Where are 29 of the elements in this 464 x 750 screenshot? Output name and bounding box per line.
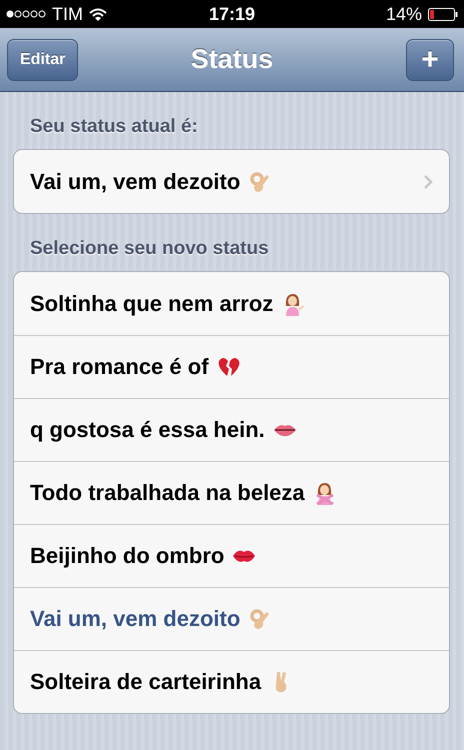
status-text: Beijinho do ombro (30, 543, 224, 569)
status-text: Todo trabalhada na beleza (30, 480, 305, 506)
carrier-name: TIM (52, 4, 83, 24)
status-option[interactable]: Soltinha que nem arroz (14, 272, 449, 335)
status-option[interactable]: Pra romance é of (14, 335, 449, 398)
section-header: Seu status atual é: (29, 115, 199, 139)
section-header: Selecione seu novo status (29, 237, 270, 261)
wifi-icon (89, 8, 107, 20)
status-text: q gostosa é essa hein. (30, 417, 265, 443)
status-text: Pra romance é of (30, 354, 209, 380)
add-button[interactable]: + (406, 38, 454, 80)
status-option[interactable]: Todo trabalhada na beleza (14, 461, 449, 524)
status-option[interactable]: Vai um, vem dezoito (14, 587, 449, 650)
status-text: Vai um, vem dezoito (30, 606, 240, 632)
status-text: Vai um, vem dezoito (30, 168, 240, 194)
broken-heart-icon (216, 355, 241, 379)
status-option[interactable]: q gostosa é essa hein. (14, 398, 449, 461)
screen-title: Status (190, 44, 274, 75)
status-text: Soltinha que nem arroz (30, 290, 274, 316)
status-option[interactable]: Solteira de carteirinha (14, 650, 449, 713)
signal-icon (6, 9, 46, 19)
edit-button[interactable]: Editar (7, 38, 78, 80)
status-option[interactable]: Beijinho do ombro (14, 524, 449, 587)
status-text: Solteira de carteirinha (30, 669, 262, 695)
current-status-row[interactable]: Vai um, vem dezoito (14, 150, 449, 213)
clock-time: 17:19 (208, 4, 256, 24)
battery-icon (428, 8, 458, 20)
chevron-icon (424, 174, 433, 188)
battery-percent: 14% (386, 4, 422, 24)
